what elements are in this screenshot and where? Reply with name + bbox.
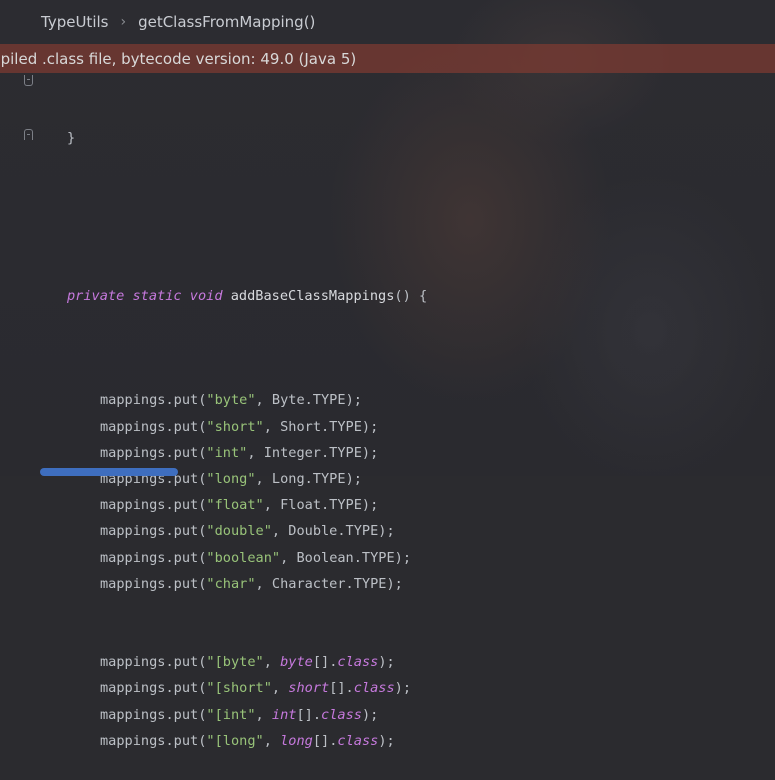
array-access: []. [296, 706, 322, 723]
put-call: mappings.put( [100, 732, 207, 749]
call-suffix: ); [345, 470, 362, 487]
string-literal: "[byte" [206, 654, 264, 671]
separator: , [255, 470, 272, 487]
string-literal: "boolean" [206, 549, 281, 566]
type-value: Short.TYPE [280, 418, 362, 435]
code-line-put: mappings.put("byte", Byte.TYPE); [0, 387, 775, 413]
type-value: Byte.TYPE [271, 392, 346, 409]
separator: , [255, 706, 272, 723]
string-literal: "short" [206, 418, 264, 435]
put-call: mappings.put( [100, 444, 207, 461]
call-suffix: ); [361, 706, 379, 723]
call-suffix: ); [345, 392, 362, 409]
string-literal: "long" [206, 470, 256, 487]
primitive-keyword: int [271, 706, 297, 723]
put-call: mappings.put( [100, 497, 207, 514]
type-value: Long.TYPE [271, 470, 346, 487]
separator: , [271, 680, 289, 697]
put-call: mappings.put( [100, 706, 207, 723]
call-suffix: ); [361, 444, 379, 461]
separator: , [280, 549, 297, 566]
code-line-put: mappings.put("int", Integer.TYPE); [0, 440, 775, 466]
code-line-array-put: mappings.put("[int", int[].class); [0, 702, 775, 728]
keyword-void: void [189, 287, 223, 304]
banner-text: mpiled .class file, bytecode version: 49… [0, 49, 357, 68]
code-line: } [0, 125, 775, 151]
code-line-put: mappings.put("boolean", Boolean.TYPE); [0, 545, 775, 571]
separator: , [271, 523, 289, 540]
call-suffix: ); [378, 523, 395, 540]
code-line-put: mappings.put("short", Short.TYPE); [0, 414, 775, 440]
put-call: mappings.put( [100, 549, 207, 566]
class-keyword: class [337, 732, 379, 749]
type-value: Integer.TYPE [263, 444, 362, 461]
code-line-put: mappings.put("float", Float.TYPE); [0, 492, 775, 518]
put-call: mappings.put( [100, 392, 207, 409]
separator: , [263, 418, 281, 435]
call-suffix: ); [386, 575, 403, 592]
separator: , [255, 575, 272, 592]
string-literal: "char" [206, 575, 256, 592]
chevron-right-icon: › [120, 14, 127, 30]
call-suffix: ); [378, 732, 395, 749]
primitive-keyword: long [280, 732, 313, 749]
separator: , [263, 732, 281, 749]
keyword-private: private [67, 287, 125, 304]
breadcrumb: TypeUtils › getClassFromMapping() [0, 0, 775, 44]
array-access: []. [329, 680, 354, 697]
type-value: Character.TYPE [271, 575, 387, 592]
string-literal: "byte" [206, 392, 256, 409]
array-access: []. [312, 732, 338, 749]
class-keyword: class [353, 680, 395, 697]
class-keyword: class [321, 706, 362, 723]
breadcrumb-class[interactable]: TypeUtils [41, 13, 108, 31]
code-line-array-put: mappings.put("[short", short[].class); [0, 675, 775, 701]
call-suffix: ); [394, 549, 412, 566]
call-suffix: ); [378, 654, 395, 671]
code-line-array-put: mappings.put("[byte", byte[].class); [0, 649, 775, 675]
code-line-method-decl: private static void addBaseClassMappings… [0, 283, 775, 309]
array-access: []. [312, 654, 338, 671]
string-literal: "[short" [206, 680, 272, 697]
method-name: addBaseClassMappings [230, 287, 395, 304]
put-call: mappings.put( [100, 654, 207, 671]
horizontal-scrollbar-thumb[interactable] [40, 468, 178, 476]
put-call: mappings.put( [100, 418, 207, 435]
call-suffix: ); [361, 418, 379, 435]
code-line-put: mappings.put("double", Double.TYPE); [0, 518, 775, 544]
primitive-keyword: byte [280, 654, 313, 671]
closing-brace: } [67, 130, 76, 147]
breadcrumb-method[interactable]: getClassFromMapping() [138, 13, 315, 31]
type-value: Boolean.TYPE [296, 549, 395, 566]
separator: , [263, 654, 281, 671]
primitive-keyword: short [288, 680, 330, 697]
decompiled-notice-banner: mpiled .class file, bytecode version: 49… [0, 44, 775, 73]
string-literal: "int" [206, 444, 248, 461]
type-value: Double.TYPE [288, 523, 379, 540]
string-literal: "[long" [206, 732, 264, 749]
call-suffix: ); [394, 680, 412, 697]
separator: , [255, 392, 272, 409]
string-literal: "[int" [206, 706, 256, 723]
put-call: mappings.put( [100, 680, 207, 697]
code-editor[interactable]: } private static void addBaseClassMappin… [0, 73, 775, 780]
method-suffix: () { [394, 287, 428, 304]
type-value: Float.TYPE [280, 497, 362, 514]
class-keyword: class [337, 654, 379, 671]
code-line-array-put: mappings.put("[long", long[].class); [0, 728, 775, 754]
separator: , [263, 497, 281, 514]
code-line-put: mappings.put("char", Character.TYPE); [0, 571, 775, 597]
keyword-static: static [132, 287, 182, 304]
call-suffix: ); [361, 497, 379, 514]
string-literal: "double" [206, 523, 272, 540]
separator: , [247, 444, 264, 461]
put-call: mappings.put( [100, 523, 207, 540]
put-call: mappings.put( [100, 575, 207, 592]
string-literal: "float" [206, 497, 264, 514]
